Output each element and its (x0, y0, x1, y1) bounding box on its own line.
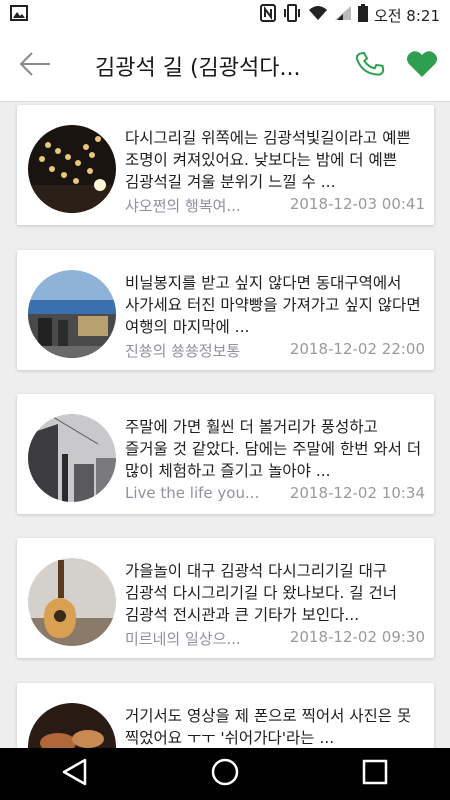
post-author: Live the life you... (125, 484, 260, 502)
post-excerpt: 다시그리길 위쪽에는 김광석빛길이라고 예쁜 조명이 켜져있어요. 낮보다는 밤… (125, 129, 411, 191)
page-title: 김광석 길 (김광석다... (95, 55, 301, 81)
nav-recents-button[interactable] (335, 748, 415, 800)
post-thumbnail (28, 270, 116, 358)
square-recents-icon (362, 759, 388, 789)
post-meta: 미르네의 일상으... 2018-12-02 09:30 (125, 628, 425, 649)
post-card[interactable]: 비닐봉지를 받고 싶지 않다면 동대구역에서 사가세요 터진 마약빵을 가져가고… (17, 250, 434, 370)
image-icon (10, 5, 28, 25)
wifi-icon (308, 5, 328, 25)
post-thumbnail (28, 703, 116, 748)
post-date: 2018-12-02 09:30 (289, 628, 425, 646)
back-arrow-icon (18, 51, 52, 81)
post-meta: Live the life you... 2018-12-02 10:34 (125, 484, 425, 502)
post-excerpt: 거기서도 영상을 제 폰으로 찍어서 사진은 못 찍었어요 ㅜㅜ '쉬어가다'라… (125, 707, 412, 747)
post-author: 미르네의 일상으... (125, 630, 241, 648)
post-date: 2018-12-02 22:00 (289, 340, 425, 358)
post-meta: 진쑝의 쑝쑝정보통 2018-12-02 22:00 (125, 340, 425, 361)
heart-icon (406, 50, 438, 82)
post-thumbnail (28, 414, 116, 502)
post-card[interactable]: 거기서도 영상을 제 폰으로 찍어서 사진은 못 찍었어요 ㅜㅜ '쉬어가다'라… (17, 683, 434, 748)
battery-icon (357, 4, 368, 26)
post-excerpt: 주말에 가면 훨씬 더 볼거리가 풍성하고 즐거울 것 같았다. 담에는 주말에… (125, 418, 422, 480)
post-card[interactable]: 다시그리길 위쪽에는 김광석빛길이라고 예쁜 조명이 켜져있어요. 낮보다는 밤… (17, 105, 434, 225)
post-date: 2018-12-02 10:34 (289, 484, 425, 502)
vibrate-icon (282, 4, 302, 26)
post-thumbnail (28, 558, 116, 646)
post-card[interactable]: 가을놀이 대구 김광석 다시그리기길 대구 김광석 다시그리기길 다 왔나보다.… (17, 538, 434, 658)
nav-home-button[interactable] (185, 748, 265, 800)
post-thumbnail (28, 125, 116, 213)
status-time: 오전 8:21 (373, 6, 440, 25)
nav-back-button[interactable] (35, 748, 115, 800)
back-button[interactable] (0, 30, 70, 102)
app-bar: 김광석 길 (김광석다... (0, 30, 450, 102)
post-excerpt: 가을놀이 대구 김광석 다시그리기길 대구 김광석 다시그리기길 다 왔나보다.… (125, 562, 397, 624)
system-nav-bar (0, 748, 450, 800)
triangle-back-icon (62, 758, 88, 790)
post-author: 진쑝의 쑝쑝정보통 (125, 342, 241, 360)
favorite-button[interactable] (396, 30, 448, 102)
signal-icon (334, 5, 352, 25)
post-author: 샤오쩐의 행복여... (125, 197, 241, 215)
circle-home-icon (211, 758, 239, 790)
post-date: 2018-12-03 00:41 (289, 195, 425, 213)
post-meta: 샤오쩐의 행복여... 2018-12-03 00:41 (125, 195, 425, 216)
call-button[interactable] (344, 30, 396, 102)
post-list[interactable]: 다시그리길 위쪽에는 김광석빛길이라고 예쁜 조명이 켜져있어요. 낮보다는 밤… (0, 102, 450, 748)
nfc-icon (259, 4, 276, 26)
post-excerpt: 비닐봉지를 받고 싶지 않다면 동대구역에서 사가세요 터진 마약빵을 가져가고… (125, 274, 421, 336)
phone-icon (355, 49, 385, 83)
status-bar: 오전 8:21 (0, 0, 450, 30)
post-card[interactable]: 주말에 가면 훨씬 더 볼거리가 풍성하고 즐거울 것 같았다. 담에는 주말에… (17, 394, 434, 514)
